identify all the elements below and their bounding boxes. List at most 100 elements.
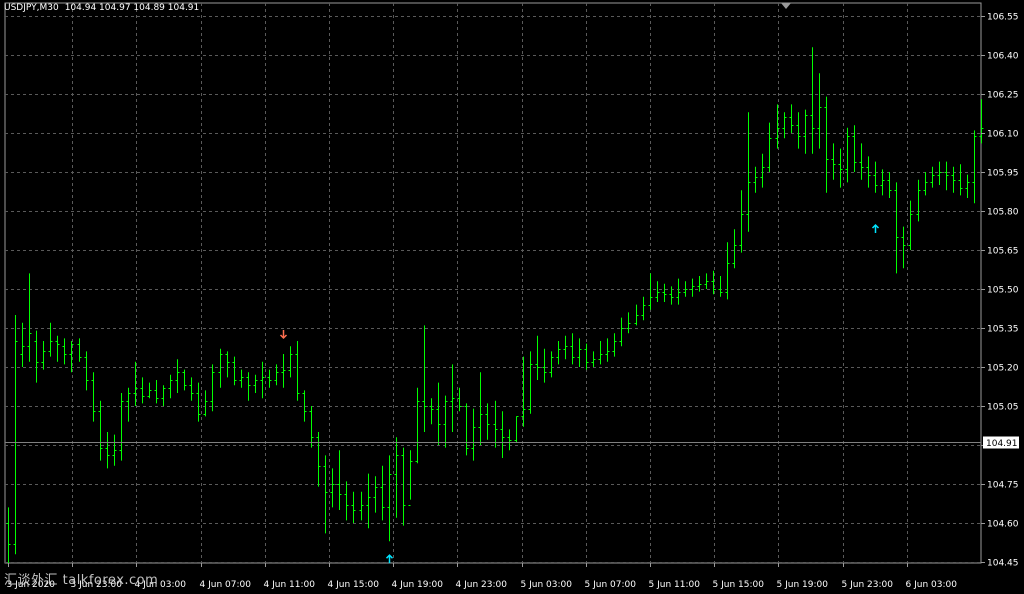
ohlc-bar bbox=[330, 468, 335, 508]
chart-window[interactable]: 106.55 106.40 106.25 106.10 105.95 105.80 105.… bbox=[0, 0, 1024, 594]
price-tick-label: 105.05 bbox=[987, 403, 1019, 413]
ohlc-bar bbox=[901, 226, 906, 269]
ohlc-bar bbox=[570, 333, 575, 365]
ohlc-bar bbox=[154, 380, 159, 404]
ohlc-bar bbox=[168, 374, 173, 399]
ohlc-bar bbox=[908, 200, 913, 250]
ohlc-bar bbox=[182, 369, 187, 391]
ohlc-bar bbox=[824, 96, 829, 193]
price-tick-label: 106.55 bbox=[987, 13, 1019, 23]
ohlc-bar bbox=[27, 273, 32, 362]
ohlc-bar bbox=[619, 317, 624, 347]
price-tick-label: 105.80 bbox=[987, 208, 1019, 218]
plot-frame bbox=[4, 2, 982, 564]
ohlc-bar bbox=[112, 434, 117, 466]
price-chart[interactable]: 106.55 106.40 106.25 106.10 105.95 105.80 105.… bbox=[0, 0, 1024, 594]
ohlc-bar bbox=[753, 166, 758, 193]
time-tick-label: 5 Jun 23:00 bbox=[842, 580, 894, 590]
ohlc-bar bbox=[782, 112, 787, 139]
ohlc-bar bbox=[690, 278, 695, 297]
price-tick-label: 106.10 bbox=[987, 130, 1019, 140]
sell-arrow-icon bbox=[279, 330, 288, 340]
time-tick-label: 4 Jun 07:00 bbox=[200, 580, 252, 590]
ohlc-bar bbox=[789, 104, 794, 133]
ohlc-bar bbox=[937, 161, 942, 185]
ohlc-bar bbox=[803, 109, 808, 154]
time-tick-label: 4 Jun 19:00 bbox=[392, 580, 444, 590]
ohlc-bar bbox=[20, 322, 25, 367]
ohlc-bar bbox=[281, 354, 286, 388]
ohlc-bar bbox=[528, 351, 533, 414]
ohlc-bar bbox=[535, 335, 540, 380]
ohlc-bar bbox=[810, 47, 815, 154]
ohlc-bar bbox=[203, 390, 208, 417]
time-tick-label: 5 Jun 11:00 bbox=[649, 580, 701, 590]
time-tick-label: 4 Jun 23:00 bbox=[456, 580, 508, 590]
ohlc-bar bbox=[351, 491, 356, 523]
ohlc-bar bbox=[323, 455, 328, 534]
ohlc-bar bbox=[697, 276, 702, 292]
ohlc-bar bbox=[253, 374, 258, 393]
ohlc-bar bbox=[965, 174, 970, 198]
ohlc-bar bbox=[77, 338, 82, 362]
ohlc-bar bbox=[655, 281, 660, 302]
ohlc-bar bbox=[84, 351, 89, 391]
price-tick-label: 104.75 bbox=[987, 481, 1019, 491]
chart-shift-marker-icon bbox=[781, 3, 791, 9]
ohlc-bar bbox=[175, 359, 180, 393]
ohlc-bar bbox=[894, 182, 899, 274]
ohlc-bar bbox=[380, 465, 385, 521]
ohlc-bar bbox=[549, 351, 554, 378]
ohlc-bar bbox=[478, 372, 483, 445]
ohlc-bar bbox=[316, 432, 321, 487]
ohlc-bar bbox=[246, 372, 251, 401]
ohlc-bar bbox=[704, 273, 709, 289]
ohlc-bar bbox=[796, 112, 801, 149]
ohlc-bar bbox=[147, 382, 152, 399]
ohlc-bar bbox=[542, 348, 547, 383]
time-tick-label: 4 Jun 15:00 bbox=[328, 580, 380, 590]
ohlc-bar bbox=[845, 127, 850, 183]
ohlc-bar bbox=[732, 229, 737, 269]
ohlc-bar bbox=[422, 325, 427, 432]
ohlc-bar bbox=[98, 400, 103, 461]
ohlc-bar bbox=[916, 179, 921, 222]
symbol-timeframe: USDJPY,M30 bbox=[4, 3, 59, 13]
ohlc-bar bbox=[62, 338, 67, 365]
ohlc-bar bbox=[500, 411, 505, 458]
price-axis: 106.55 106.40 106.25 106.10 105.95 105.80 105.… bbox=[981, 13, 1019, 569]
ohlc-bar bbox=[267, 369, 272, 388]
ohlc-bar bbox=[140, 377, 145, 404]
time-tick-label: 5 Jun 07:00 bbox=[585, 580, 637, 590]
ohlc-bar bbox=[718, 276, 723, 297]
ohlc-bar bbox=[457, 387, 462, 412]
ohlc-bar bbox=[641, 296, 646, 321]
price-tick-label: 104.60 bbox=[987, 520, 1019, 530]
ohlc-bar bbox=[676, 278, 681, 305]
ohlc-bar bbox=[873, 161, 878, 193]
ohlc-bar bbox=[591, 351, 596, 367]
ohlc-bar bbox=[887, 172, 892, 198]
ohlc-bar bbox=[239, 369, 244, 388]
time-tick-label: 4 Jun 11:00 bbox=[264, 580, 316, 590]
ohlc-bar bbox=[6, 507, 11, 565]
ohlc-bar bbox=[598, 341, 603, 365]
ohlc-bar bbox=[359, 491, 364, 521]
ohlc-bar bbox=[34, 330, 39, 383]
ohlc-bar bbox=[944, 161, 949, 191]
ohlc-bars bbox=[6, 47, 984, 565]
ohlc-bar bbox=[105, 432, 110, 469]
chart-grid bbox=[4, 2, 982, 564]
ohlc-bar bbox=[450, 364, 455, 432]
price-tick-label: 106.25 bbox=[987, 91, 1019, 101]
price-tick-label: 105.95 bbox=[987, 169, 1019, 179]
ohlc-bar bbox=[648, 273, 653, 310]
ohlc-bar bbox=[930, 166, 935, 188]
ohlc-bar bbox=[634, 304, 639, 326]
ohlc-values: 104.94 104.97 104.89 104.91 bbox=[64, 3, 200, 13]
ohlc-bar bbox=[852, 125, 857, 172]
price-tick-label: 105.20 bbox=[987, 364, 1019, 374]
ohlc-bar bbox=[337, 450, 342, 510]
ohlc-bar bbox=[373, 476, 378, 513]
current-price-label: 104.91 bbox=[986, 439, 1018, 449]
